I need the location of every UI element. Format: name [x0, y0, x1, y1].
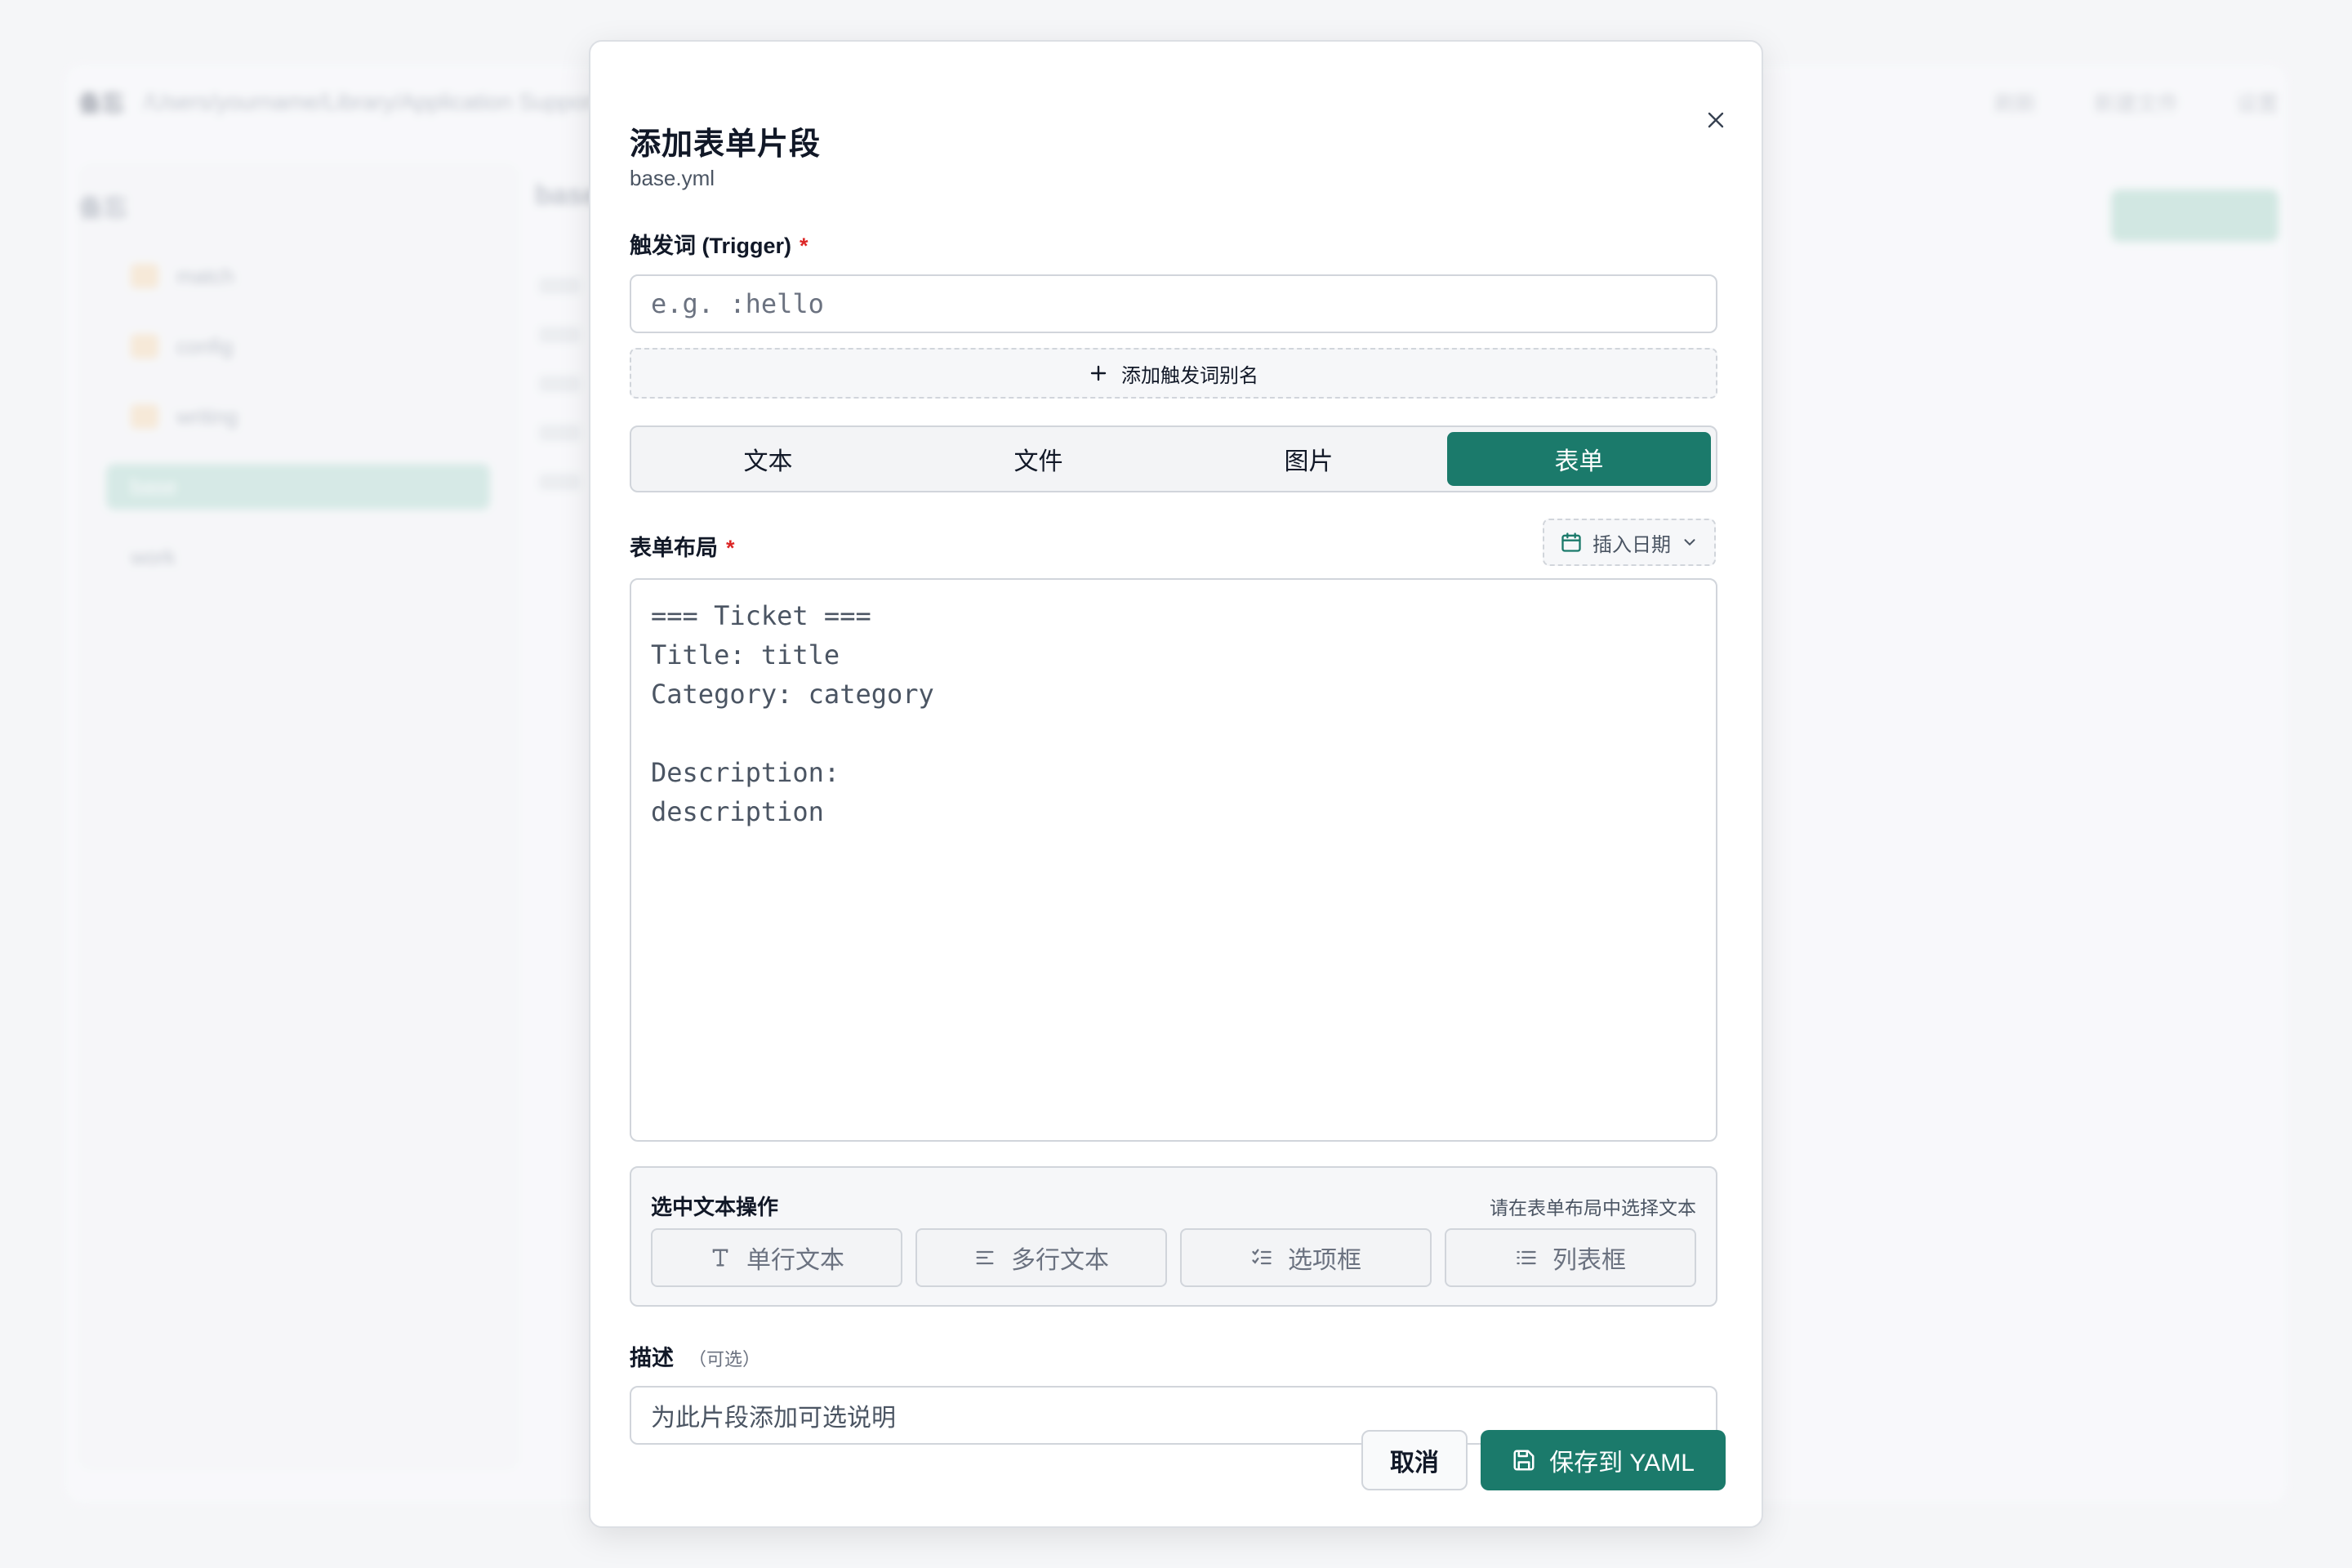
list-box-label: 列表框	[1552, 1247, 1626, 1274]
selection-actions-buttons: 单行文本 多行文本 选项框 列表框	[651, 1228, 1696, 1287]
required-mark: *	[800, 234, 808, 258]
plus-icon	[1090, 365, 1107, 381]
save-icon	[1513, 1450, 1535, 1471]
cancel-button[interactable]: 取消	[1361, 1430, 1468, 1490]
description-label: 描述 （可选）	[630, 1340, 760, 1372]
tab-image[interactable]: 图片	[1177, 432, 1441, 486]
list-checks-icon	[1252, 1249, 1272, 1265]
single-line-text-button[interactable]: 单行文本	[651, 1228, 902, 1287]
chevron-down-icon	[1684, 539, 1695, 546]
multi-line-text-button[interactable]: 多行文本	[915, 1228, 1167, 1287]
trigger-label-text: 触发词 (Trigger)	[630, 234, 792, 258]
calendar-icon	[1561, 532, 1581, 552]
selection-actions-panel: 选中文本操作 请在表单布局中选择文本 单行文本 多行文本 选项框 列表框	[630, 1166, 1717, 1307]
form-layout-textarea[interactable]: === Ticket === Title: title Category: ca…	[630, 578, 1717, 1142]
list-icon	[1517, 1250, 1536, 1265]
save-to-yaml-label: 保存到 YAML	[1549, 1450, 1695, 1477]
tab-file[interactable]: 文件	[906, 432, 1170, 486]
form-layout-label-text: 表单布局	[630, 536, 718, 560]
required-mark: *	[726, 536, 735, 560]
description-label-text: 描述	[630, 1346, 674, 1370]
add-trigger-alias-button[interactable]: 添加触发词别名	[630, 348, 1717, 399]
trigger-input[interactable]: e.g. :hello	[630, 274, 1717, 333]
insert-date-label: 插入日期	[1592, 533, 1671, 556]
optional-hint: （可选）	[688, 1349, 761, 1370]
list-box-button[interactable]: 列表框	[1445, 1228, 1696, 1287]
snippet-type-tabs: 文本 文件 图片 表单	[630, 425, 1717, 492]
align-left-icon	[976, 1250, 994, 1265]
description-input-placeholder: 为此片段添加可选说明	[651, 1405, 896, 1432]
tab-text[interactable]: 文本	[636, 432, 900, 486]
trigger-input-placeholder: e.g. :hello	[651, 288, 824, 319]
close-button[interactable]	[1699, 104, 1732, 136]
choice-box-label: 选项框	[1288, 1247, 1361, 1274]
add-trigger-alias-label: 添加触发词别名	[1121, 364, 1258, 387]
save-to-yaml-button[interactable]: 保存到 YAML	[1481, 1430, 1726, 1490]
add-form-snippet-dialog: 添加表单片段 base.yml 触发词 (Trigger) * e.g. :hel…	[589, 40, 1763, 1528]
text-type-icon	[712, 1249, 728, 1267]
multi-line-text-label: 多行文本	[1011, 1247, 1109, 1274]
insert-date-dropdown[interactable]: 插入日期	[1543, 519, 1716, 566]
close-icon	[1708, 112, 1724, 128]
selection-actions-hint: 请在表单布局中选择文本	[1490, 1197, 1696, 1218]
choice-box-button[interactable]: 选项框	[1180, 1228, 1432, 1287]
trigger-label: 触发词 (Trigger) *	[630, 228, 808, 260]
form-layout-label: 表单布局 *	[630, 530, 735, 562]
tab-form[interactable]: 表单	[1447, 432, 1711, 486]
dialog-subtitle: base.yml	[630, 166, 715, 190]
selection-actions-title: 选中文本操作	[651, 1195, 779, 1219]
single-line-text-label: 单行文本	[746, 1247, 844, 1274]
dialog-title: 添加表单片段	[630, 127, 822, 162]
